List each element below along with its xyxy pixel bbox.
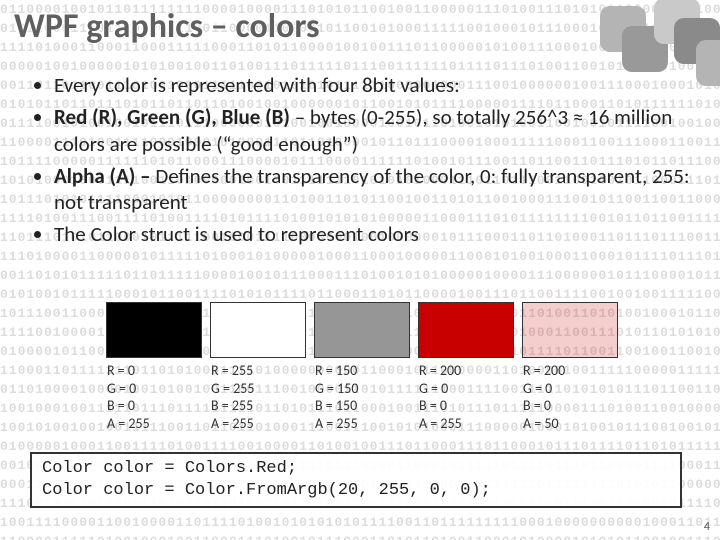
swatch-color-grey: [314, 302, 410, 358]
bullet-item: Red (R), Green (G), Blue (B) – bytes (0-…: [54, 104, 692, 157]
swatch-color-red: [418, 302, 514, 358]
corner-square: [696, 40, 720, 86]
bullet-bold: Red (R), Green (G), Blue (B): [54, 104, 290, 130]
swatch-label-line: G = 0: [419, 380, 513, 398]
swatch-color-black: [106, 302, 202, 358]
swatch-cell: R = 200G = 0B = 0A = 50: [518, 302, 622, 432]
bullet-item: The Color struct is used to represent co…: [54, 221, 692, 247]
code-line: Color color = Color.FromArgb(20, 255, 0,…: [42, 480, 670, 502]
swatch-label-line: A = 255: [211, 415, 305, 433]
swatch-cell: R = 200G = 0B = 0A = 255: [414, 302, 518, 432]
color-swatch-table: R = 0G = 0B = 0A = 255R = 255G = 255B = …: [102, 302, 622, 432]
bullet-item: Every color is represented with four 8bi…: [54, 72, 692, 98]
swatch-labels: R = 255G = 255B = 255A = 255: [211, 362, 305, 432]
swatch-labels: R = 200G = 0B = 0A = 255: [419, 362, 513, 432]
swatch-label-line: G = 255: [211, 380, 305, 398]
swatch-label-line: A = 255: [315, 415, 409, 433]
swatch-label-line: G = 150: [315, 380, 409, 398]
swatch-label-line: A = 255: [419, 415, 513, 433]
bullet-list: Every color is represented with four 8bi…: [32, 72, 692, 254]
code-line: Color color = Colors.Red;: [42, 458, 670, 480]
slide: 0110000100101101111111100001000011101010…: [0, 0, 720, 540]
swatch-labels: R = 0G = 0B = 0A = 255: [107, 362, 201, 432]
swatch-label-line: R = 200: [419, 362, 513, 380]
swatch-cell: R = 150G = 150B = 150A = 255: [310, 302, 414, 432]
swatch-cell: R = 255G = 255B = 255A = 255: [206, 302, 310, 432]
page-number: 4: [704, 520, 710, 534]
swatch-cell: R = 0G = 0B = 0A = 255: [102, 302, 206, 432]
bullet-item: Alpha (A) – Defines the transparency of …: [54, 163, 692, 216]
swatch-label-line: R = 200: [523, 362, 617, 380]
swatch-color-red-semitrans: [522, 302, 618, 358]
corner-squares: [600, 0, 720, 70]
swatch-label-line: B = 150: [315, 397, 409, 415]
bullet-bold: Alpha (A) –: [54, 163, 155, 189]
slide-title: WPF graphics – colors: [14, 6, 320, 47]
swatch-label-line: B = 0: [523, 397, 617, 415]
swatch-label-line: A = 255: [107, 415, 201, 433]
swatch-label-line: B = 255: [211, 397, 305, 415]
swatch-label-line: R = 255: [211, 362, 305, 380]
swatch-labels: R = 200G = 0B = 0A = 50: [523, 362, 617, 432]
code-box: Color color = Colors.Red; Color color = …: [30, 452, 682, 508]
swatch-label-line: B = 0: [107, 397, 201, 415]
swatch-label-line: R = 150: [315, 362, 409, 380]
swatch-label-line: B = 0: [419, 397, 513, 415]
swatch-label-line: G = 0: [107, 380, 201, 398]
swatch-color-white: [210, 302, 306, 358]
swatch-label-line: R = 0: [107, 362, 201, 380]
swatch-labels: R = 150G = 150B = 150A = 255: [315, 362, 409, 432]
swatch-label-line: A = 50: [523, 415, 617, 433]
swatch-label-line: G = 0: [523, 380, 617, 398]
